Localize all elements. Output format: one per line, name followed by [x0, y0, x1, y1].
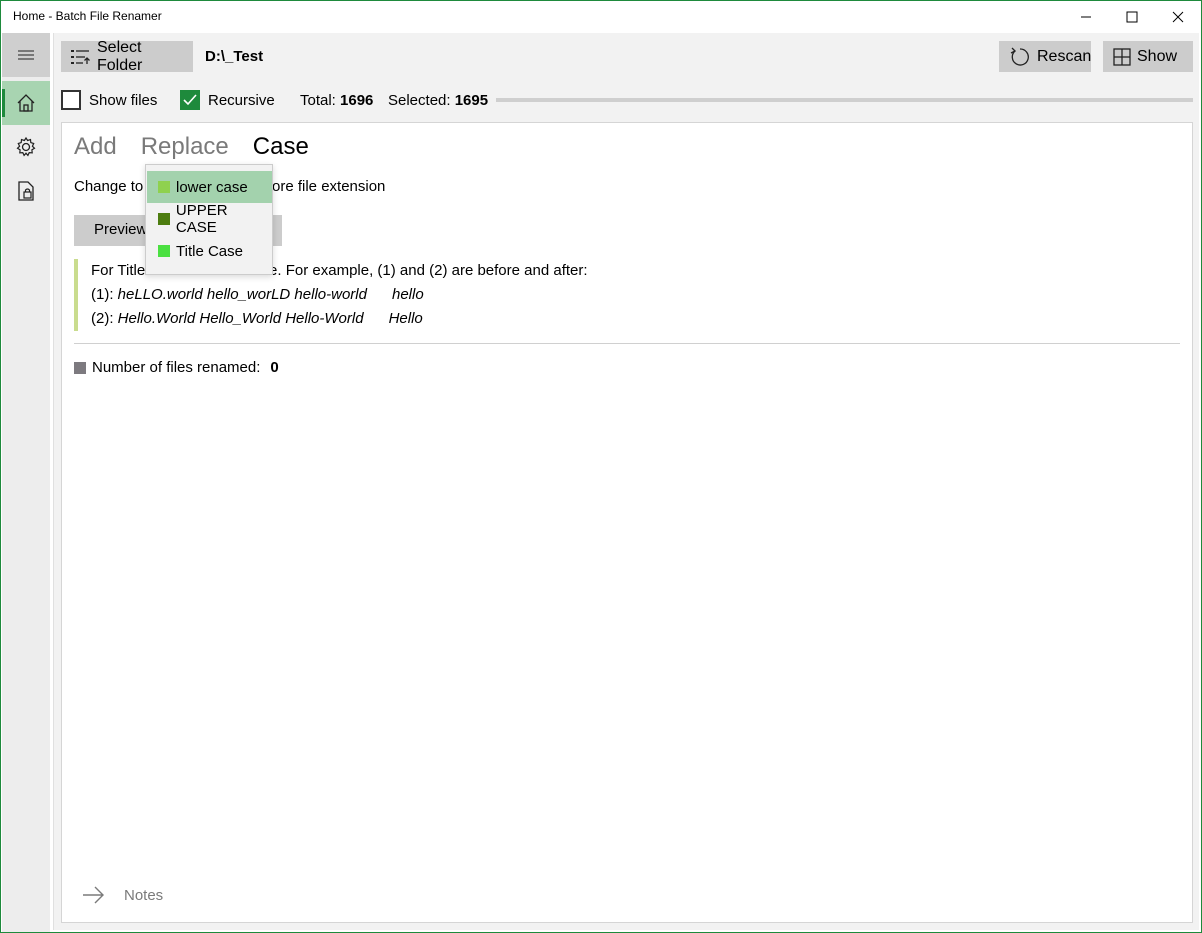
nav-item-lock[interactable] — [2, 169, 50, 213]
tab-bar: Add Replace Case — [74, 133, 333, 161]
notes-label: Notes — [124, 886, 164, 904]
arrow-right-icon — [83, 886, 104, 904]
dropdown-item-lower-case[interactable]: lower case — [147, 171, 272, 203]
dropdown-item-title-case[interactable]: Title Case — [147, 235, 272, 267]
title-bar: Home - Batch File Renamer — [1, 1, 1201, 33]
selected-count: Selected: 1695 — [388, 92, 488, 109]
info-example-1: (1): heLLO.world hello_worLD hello-world… — [91, 283, 774, 307]
recursive-checkbox[interactable]: Recursive — [180, 90, 275, 110]
show-files-checkbox[interactable]: Show files — [61, 90, 157, 110]
renamed-value: 0 — [270, 359, 279, 376]
maximize-button[interactable] — [1109, 1, 1155, 33]
tab-add[interactable]: Add — [74, 133, 117, 161]
select-folder-button[interactable]: Select Folder — [61, 38, 193, 74]
refresh-icon — [1009, 46, 1031, 68]
folder-path: D:\_Test — [205, 48, 264, 65]
total-value: 1696 — [340, 92, 374, 109]
recursive-box[interactable] — [180, 90, 200, 110]
folder-list-icon — [71, 48, 91, 66]
divider — [74, 343, 1180, 344]
info-line-1-start: For Title — [91, 262, 146, 279]
progress-bar — [496, 98, 1193, 102]
renamed-label: Number of files renamed: — [92, 359, 261, 376]
example-2-text: Hello.World Hello_World Hello-World Hell… — [117, 310, 423, 327]
nav-item-home[interactable] — [2, 81, 50, 125]
lower-case-swatch — [158, 181, 170, 193]
selected-value: 1695 — [454, 92, 489, 109]
tab-case[interactable]: Case — [253, 133, 309, 161]
close-icon — [1172, 11, 1184, 23]
side-nav — [2, 33, 50, 932]
maximize-icon — [1126, 11, 1138, 23]
info-line-1-end: r the rule. For example, (1) and (2) are… — [218, 262, 588, 279]
dropdown-item-upper-case[interactable]: UPPER CASE — [147, 202, 272, 236]
file-lock-icon — [18, 181, 34, 201]
example-1-text: heLLO.world hello_worLD hello-world hell… — [117, 286, 424, 303]
window-title: Home - Batch File Renamer — [13, 9, 162, 23]
dropdown-item-label: Title Case — [176, 242, 243, 260]
hamburger-menu-button[interactable] — [2, 33, 50, 77]
title-case-swatch — [158, 245, 170, 257]
app-window: Home - Batch File Renamer Select Folder … — [0, 0, 1202, 933]
selected-label: Selected: — [388, 92, 451, 109]
nav-item-settings[interactable] — [2, 125, 50, 169]
rescan-button[interactable]: Rescan — [999, 41, 1091, 72]
hamburger-icon — [18, 50, 34, 60]
minimize-icon — [1081, 16, 1091, 18]
change-to-label: Change to — [74, 178, 144, 195]
close-button[interactable] — [1155, 1, 1201, 33]
minimize-button[interactable] — [1063, 1, 1109, 33]
home-icon — [17, 94, 35, 112]
info-example-2: (2): Hello.World Hello_World Hello-World… — [91, 307, 774, 331]
dropdown-item-label: UPPER CASE — [175, 202, 228, 236]
example-2-prefix: (2): — [91, 310, 118, 327]
tab-replace[interactable]: Replace — [141, 133, 229, 161]
checkmark-icon — [183, 94, 197, 106]
rescan-label: Rescan — [1037, 47, 1092, 65]
notes-expander[interactable]: Notes — [82, 885, 163, 905]
example-1-prefix: (1): — [91, 286, 118, 303]
total-label: Total: — [300, 92, 336, 109]
show-files-label: Show files — [89, 91, 158, 109]
ignore-extension-label[interactable]: ore file extension — [272, 178, 385, 195]
status-square-icon — [74, 361, 86, 374]
show-label: Show — [1137, 47, 1178, 65]
files-renamed-status: Number of files renamed: 0 — [74, 359, 279, 376]
show-files-box[interactable] — [61, 90, 81, 110]
upper-case-swatch — [158, 213, 170, 225]
grid-icon — [1113, 47, 1131, 66]
case-dropdown-list: lower case UPPER CASE Title Case — [145, 164, 273, 275]
recursive-label: Recursive — [208, 91, 275, 109]
show-button[interactable]: Show — [1103, 41, 1193, 72]
select-folder-label: Select Folder — [97, 38, 143, 74]
gear-icon — [16, 136, 36, 157]
total-count: Total: 1696 — [300, 92, 373, 109]
dropdown-item-label: lower case — [176, 178, 248, 196]
preview-label: Preview — [94, 221, 148, 238]
